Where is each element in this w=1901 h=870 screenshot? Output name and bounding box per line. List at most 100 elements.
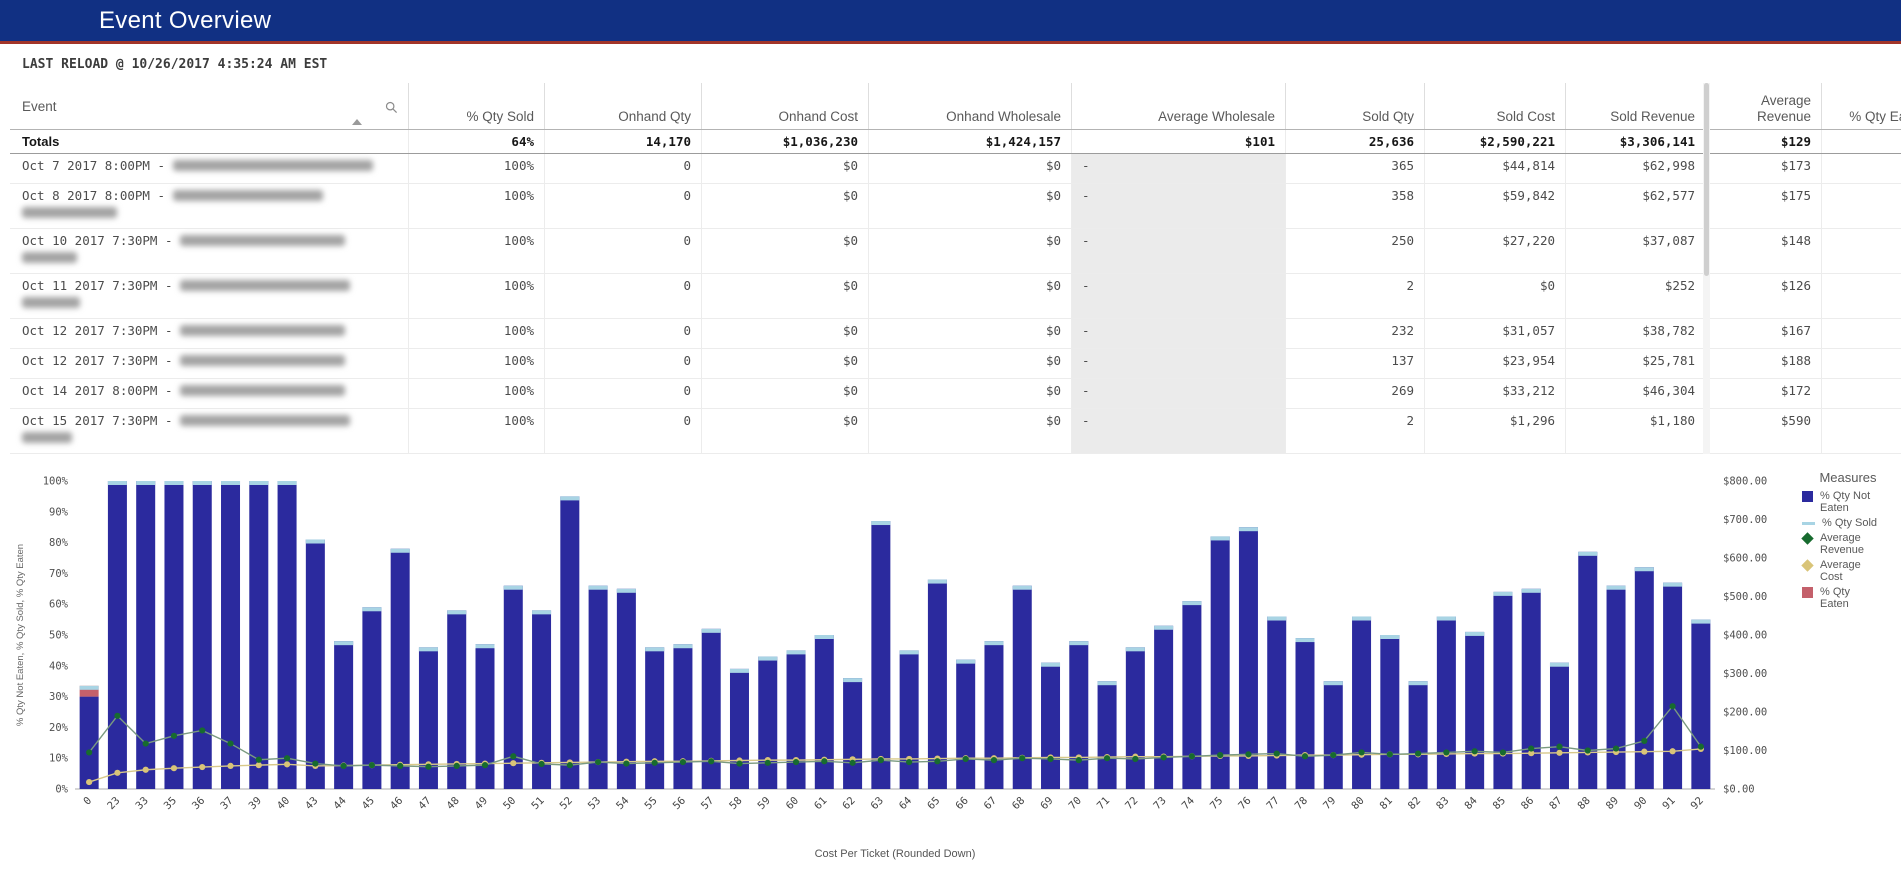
avg-revenue-point-90[interactable] <box>1641 738 1647 744</box>
avg-revenue-point-81[interactable] <box>1387 751 1393 757</box>
avg-cost-point-0[interactable] <box>86 779 92 785</box>
avg-revenue-point-53[interactable] <box>595 759 601 765</box>
legend-item--qty-eaten[interactable]: % Qty Eaten <box>1790 586 1901 610</box>
avg-revenue-point-63[interactable] <box>878 757 884 763</box>
bar-cap-sold-45[interactable] <box>362 607 381 611</box>
table-cell[interactable]: 100% <box>409 409 545 454</box>
table-cell[interactable]: 365 <box>1286 154 1425 184</box>
avg-revenue-point-65[interactable] <box>934 758 940 764</box>
bar-cap-sold-39[interactable] <box>249 481 268 485</box>
table-cell[interactable]: $31,057 <box>1425 319 1566 349</box>
bar-cap-sold-54[interactable] <box>617 589 636 593</box>
avg-revenue-point-33[interactable] <box>143 740 149 746</box>
table-cell[interactable]: $1,180 <box>1566 409 1706 454</box>
avg-revenue-point-0[interactable] <box>86 749 92 755</box>
avg-revenue-point-62[interactable] <box>849 760 855 766</box>
column-header--qty-eaten[interactable]: % Qty Eaten <box>1822 83 1901 130</box>
table-cell[interactable]: - <box>1072 409 1286 454</box>
table-cell[interactable]: - <box>1072 379 1286 409</box>
event-cell[interactable]: Oct 10 2017 7:30PM - <box>10 229 409 274</box>
bar-cap-sold-69[interactable] <box>1041 663 1060 667</box>
table-cell[interactable]: 0 <box>545 229 702 274</box>
table-cell[interactable]: 0% <box>1822 409 1901 454</box>
column-header-onhand-qty[interactable]: Onhand Qty <box>545 83 702 130</box>
avg-revenue-point-37[interactable] <box>227 740 233 746</box>
bar-cap-sold-72[interactable] <box>1126 647 1145 651</box>
avg-revenue-point-48[interactable] <box>454 763 460 769</box>
avg-cost-point-50[interactable] <box>510 760 516 766</box>
table-cell[interactable]: $0 <box>702 379 869 409</box>
bar-cap-sold-43[interactable] <box>306 540 325 544</box>
bar-cap-sold-53[interactable] <box>589 586 608 590</box>
bar-cap-sold-90[interactable] <box>1635 567 1654 571</box>
table-row[interactable]: Oct 10 2017 7:30PM - 100%0$0$0-250$27,22… <box>10 229 1901 274</box>
bar-cap-sold-0[interactable] <box>80 686 99 690</box>
bar-not-eaten-53[interactable] <box>589 586 608 789</box>
table-row[interactable]: Oct 7 2017 8:00PM - 100%0$0$0-365$44,814… <box>10 154 1901 184</box>
table-cell[interactable]: - <box>1072 349 1286 379</box>
bar-cap-sold-79[interactable] <box>1324 681 1343 685</box>
event-table-grid[interactable]: Event% Qty SoldOnhand QtyOnhand CostOnha… <box>10 83 1901 454</box>
avg-revenue-point-82[interactable] <box>1415 750 1421 756</box>
avg-cost-point-36[interactable] <box>199 764 205 770</box>
bar-cap-sold-36[interactable] <box>193 481 212 485</box>
bar-not-eaten-55[interactable] <box>645 647 664 789</box>
bar-not-eaten-59[interactable] <box>758 657 777 789</box>
avg-revenue-point-76[interactable] <box>1245 751 1251 757</box>
table-cell[interactable]: $0 <box>702 349 869 379</box>
table-cell[interactable]: $167 <box>1706 319 1822 349</box>
table-cell[interactable]: 0% <box>1822 274 1901 319</box>
bar-not-eaten-71[interactable] <box>1098 681 1117 789</box>
avg-revenue-point-57[interactable] <box>708 758 714 764</box>
bar-cap-sold-46[interactable] <box>391 549 410 553</box>
avg-cost-point-33[interactable] <box>143 767 149 773</box>
table-row[interactable]: Oct 12 2017 7:30PM - 100%0$0$0-232$31,05… <box>10 319 1901 349</box>
table-cell[interactable]: $0 <box>702 319 869 349</box>
avg-revenue-point-92[interactable] <box>1698 744 1704 750</box>
avg-revenue-point-68[interactable] <box>1019 755 1025 761</box>
bar-cap-sold-49[interactable] <box>476 644 495 648</box>
avg-cost-point-37[interactable] <box>227 763 233 769</box>
table-cell[interactable]: 0% <box>1822 349 1901 379</box>
avg-cost-point-40[interactable] <box>284 761 290 767</box>
bar-cap-sold-44[interactable] <box>334 641 353 645</box>
bar-cap-sold-64[interactable] <box>900 650 919 654</box>
avg-revenue-point-83[interactable] <box>1443 749 1449 755</box>
bar-cap-sold-75[interactable] <box>1211 536 1230 540</box>
bar-not-eaten-61[interactable] <box>815 635 834 789</box>
bar-not-eaten-56[interactable] <box>673 644 692 789</box>
avg-revenue-point-52[interactable] <box>567 762 573 768</box>
avg-revenue-point-77[interactable] <box>1274 750 1280 756</box>
bar-cap-sold-37[interactable] <box>221 481 240 485</box>
table-cell[interactable]: $62,577 <box>1566 184 1706 229</box>
avg-cost-point-39[interactable] <box>256 762 262 768</box>
column-header-average-revenue[interactable]: Average Revenue <box>1706 83 1822 130</box>
avg-revenue-point-46[interactable] <box>397 763 403 769</box>
bar-not-eaten-74[interactable] <box>1182 601 1201 789</box>
bar-cap-sold-78[interactable] <box>1296 638 1315 642</box>
bar-not-eaten-85[interactable] <box>1493 592 1512 789</box>
table-row[interactable]: Oct 11 2017 7:30PM - 100%0$0$0-2$0$252$1… <box>10 274 1901 319</box>
avg-revenue-point-56[interactable] <box>680 759 686 765</box>
event-cell[interactable]: Oct 14 2017 8:00PM - <box>10 379 409 409</box>
table-cell[interactable]: $37,087 <box>1566 229 1706 274</box>
avg-revenue-point-75[interactable] <box>1217 752 1223 758</box>
table-cell[interactable]: $172 <box>1706 379 1822 409</box>
avg-revenue-point-44[interactable] <box>341 763 347 769</box>
bar-not-eaten-69[interactable] <box>1041 663 1060 789</box>
column-header-sold-cost[interactable]: Sold Cost <box>1425 83 1566 130</box>
avg-revenue-point-88[interactable] <box>1585 747 1591 753</box>
table-cell[interactable]: $46,304 <box>1566 379 1706 409</box>
table-cell[interactable]: 100% <box>409 349 545 379</box>
table-cell[interactable]: $126 <box>1706 274 1822 319</box>
table-cell[interactable]: $0 <box>702 184 869 229</box>
bar-cap-sold-81[interactable] <box>1380 635 1399 639</box>
bar-not-eaten-84[interactable] <box>1465 632 1484 789</box>
table-row[interactable]: Oct 12 2017 7:30PM - 100%0$0$0-137$23,95… <box>10 349 1901 379</box>
avg-revenue-point-87[interactable] <box>1556 744 1562 750</box>
bar-cap-sold-40[interactable] <box>278 481 297 485</box>
avg-revenue-point-54[interactable] <box>623 760 629 766</box>
table-cell[interactable]: 269 <box>1286 379 1425 409</box>
table-cell[interactable]: 232 <box>1286 319 1425 349</box>
table-cell[interactable]: 100% <box>409 154 545 184</box>
